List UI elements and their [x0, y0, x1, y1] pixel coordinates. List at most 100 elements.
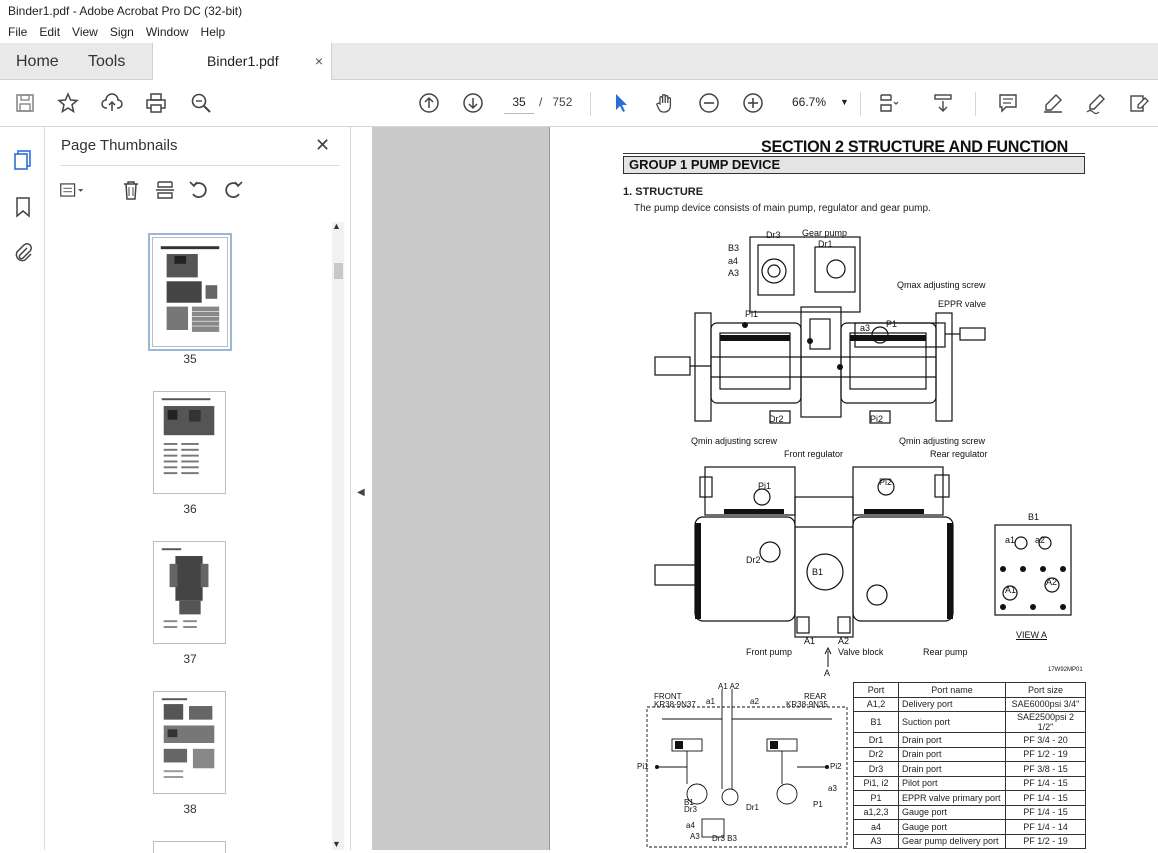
- rotate-left-icon[interactable]: [186, 177, 212, 203]
- table-row: Dr2 Drain port PF 1/2 - 19: [853, 746, 1086, 762]
- tab-close-icon[interactable]: ×: [315, 43, 323, 80]
- page-display-icon[interactable]: [875, 90, 901, 116]
- page-number-input[interactable]: 35: [504, 90, 534, 114]
- upload-cloud-icon[interactable]: [99, 90, 125, 116]
- table-cell: PF 3/8 - 15: [1005, 761, 1086, 777]
- scroll-down-icon[interactable]: ▼: [332, 839, 341, 849]
- table-header: Port name: [898, 682, 1006, 698]
- tab-tools[interactable]: Tools: [88, 43, 125, 80]
- label-b1-view: B1: [1028, 512, 1040, 522]
- page-up-icon[interactable]: [416, 90, 442, 116]
- collapse-panel-handle[interactable]: ◀: [350, 127, 372, 850]
- select-cursor-icon[interactable]: [608, 90, 634, 116]
- fill-sign-icon[interactable]: [1083, 90, 1109, 116]
- label-b1-center: B1: [812, 567, 824, 577]
- table-cell: PF 1/2 - 19: [1005, 833, 1086, 849]
- thumbnail-page[interactable]: [153, 541, 226, 644]
- page-thumbnails-icon[interactable]: [10, 147, 36, 173]
- table-row: a1,2,3 Gauge port PF 1/4 - 15: [853, 804, 1086, 820]
- main-toolbar: [0, 80, 1158, 127]
- table-row: B1 Suction port SAE2500psi 2 1/2": [853, 711, 1086, 733]
- menu-file[interactable]: File: [2, 22, 33, 43]
- menu-help[interactable]: Help: [195, 22, 232, 43]
- label-sch-a3-port: A3: [690, 832, 700, 841]
- page-count: / 752: [539, 90, 572, 114]
- panel-scrollbar[interactable]: [332, 222, 344, 850]
- table-row: Pi1, i2 Pilot port PF 1/4 - 15: [853, 775, 1086, 791]
- structure-description: The pump device consists of main pump, r…: [634, 203, 931, 214]
- label-view-a: VIEW A: [1016, 630, 1048, 640]
- label-front-regulator: Front regulator: [784, 449, 844, 459]
- label-a1-view: a1: [1005, 535, 1016, 545]
- table-cell: Drain port: [898, 761, 1006, 777]
- label-p1: P1: [886, 319, 898, 329]
- bookmark-icon[interactable]: [10, 194, 36, 220]
- table-cell: SAE6000psi 3/4": [1005, 696, 1086, 712]
- rotate-right-icon[interactable]: [220, 177, 246, 203]
- edit-pdf-icon[interactable]: [1126, 90, 1152, 116]
- table-cell: Delivery port: [898, 696, 1006, 712]
- label-rear-model: KR38-9N35: [786, 700, 828, 709]
- tab-bar: Home Tools Binder1.pdf ×: [0, 43, 1158, 81]
- label-front-pump: Front pump: [746, 647, 793, 657]
- label-a1-bottom: A1: [804, 636, 816, 646]
- label-gear-pump: Gear pump: [802, 228, 848, 238]
- menu-window[interactable]: Window: [140, 22, 195, 43]
- thumbnail-page[interactable]: [153, 691, 226, 794]
- save-icon[interactable]: [12, 90, 38, 116]
- label-a3-small: a3: [860, 323, 871, 333]
- menu-edit[interactable]: Edit: [33, 22, 66, 43]
- window-title: Binder1.pdf - Adobe Acrobat Pro DC (32-b…: [0, 0, 1158, 22]
- page-down-icon[interactable]: [460, 90, 486, 116]
- zoom-value: 66.7%: [792, 95, 827, 109]
- label-qmax: Qmax adjusting screw: [897, 280, 986, 290]
- table-cell: Dr1: [853, 732, 899, 748]
- table-cell: Pi1, i2: [853, 775, 899, 791]
- section-title: SECTION 2 STRUCTURE AND FUNCTION: [761, 137, 1069, 156]
- table-cell: B1: [853, 711, 899, 733]
- menu-bar: File Edit View Sign Window Help: [0, 22, 1158, 43]
- thumbnail-page[interactable]: [153, 391, 226, 494]
- comment-icon[interactable]: [995, 90, 1021, 116]
- bookmark-star-icon[interactable]: [55, 90, 81, 116]
- thumbnail-options-icon[interactable]: [59, 177, 85, 203]
- document-viewer[interactable]: SECTION 2 STRUCTURE AND FUNCTION GROUP 1…: [372, 127, 1158, 850]
- table-cell: Drain port: [898, 732, 1006, 748]
- zoom-out-icon[interactable]: [696, 90, 722, 116]
- highlight-pen-icon[interactable]: [1040, 90, 1066, 116]
- label-front-model: KR38-9N37: [654, 700, 696, 709]
- table-header-row: Port Port name Port size: [853, 682, 1086, 698]
- panel-scrollbar-thumb[interactable]: [334, 263, 343, 279]
- thumbnail-page[interactable]: [148, 233, 232, 351]
- label-pi1: Pi1: [745, 309, 759, 319]
- table-cell: SAE2500psi 2 1/2": [1005, 711, 1086, 733]
- label-arrow-a: A: [824, 668, 831, 678]
- table-cell: EPPR valve primary port: [898, 790, 1006, 806]
- extract-pages-icon[interactable]: [152, 177, 178, 203]
- zoom-search-icon[interactable]: [188, 90, 214, 116]
- group-title: GROUP 1 PUMP DEVICE: [623, 156, 1085, 174]
- zoom-dropdown[interactable]: 66.7% ▼: [786, 90, 852, 114]
- chevron-left-icon[interactable]: ◀: [357, 487, 365, 498]
- thumbnail-page[interactable]: [153, 841, 226, 853]
- scroll-mode-icon[interactable]: [930, 90, 956, 116]
- pump-top-view-drawing: [654, 236, 986, 424]
- hand-tool-icon[interactable]: [652, 90, 678, 116]
- table-cell: Gear pump delivery port: [898, 833, 1006, 849]
- port-table: Port Port name Port size A1,2 Delivery po…: [853, 682, 1086, 849]
- thumbnail-preview: [161, 548, 209, 628]
- left-rail: [0, 127, 45, 850]
- tab-document[interactable]: Binder1.pdf ×: [152, 43, 332, 81]
- zoom-in-icon[interactable]: [740, 90, 766, 116]
- thumbnail-label: 35: [183, 352, 197, 366]
- table-cell: P1: [853, 790, 899, 806]
- menu-sign[interactable]: Sign: [104, 22, 140, 43]
- tab-home[interactable]: Home: [16, 43, 59, 80]
- menu-view[interactable]: View: [66, 22, 104, 43]
- delete-icon[interactable]: [118, 177, 144, 203]
- close-icon[interactable]: ✕: [315, 135, 330, 156]
- attachment-icon[interactable]: [10, 240, 36, 266]
- scroll-up-icon[interactable]: ▲: [332, 221, 341, 231]
- pump-front-view-drawing: [654, 466, 954, 638]
- print-icon[interactable]: [143, 90, 169, 116]
